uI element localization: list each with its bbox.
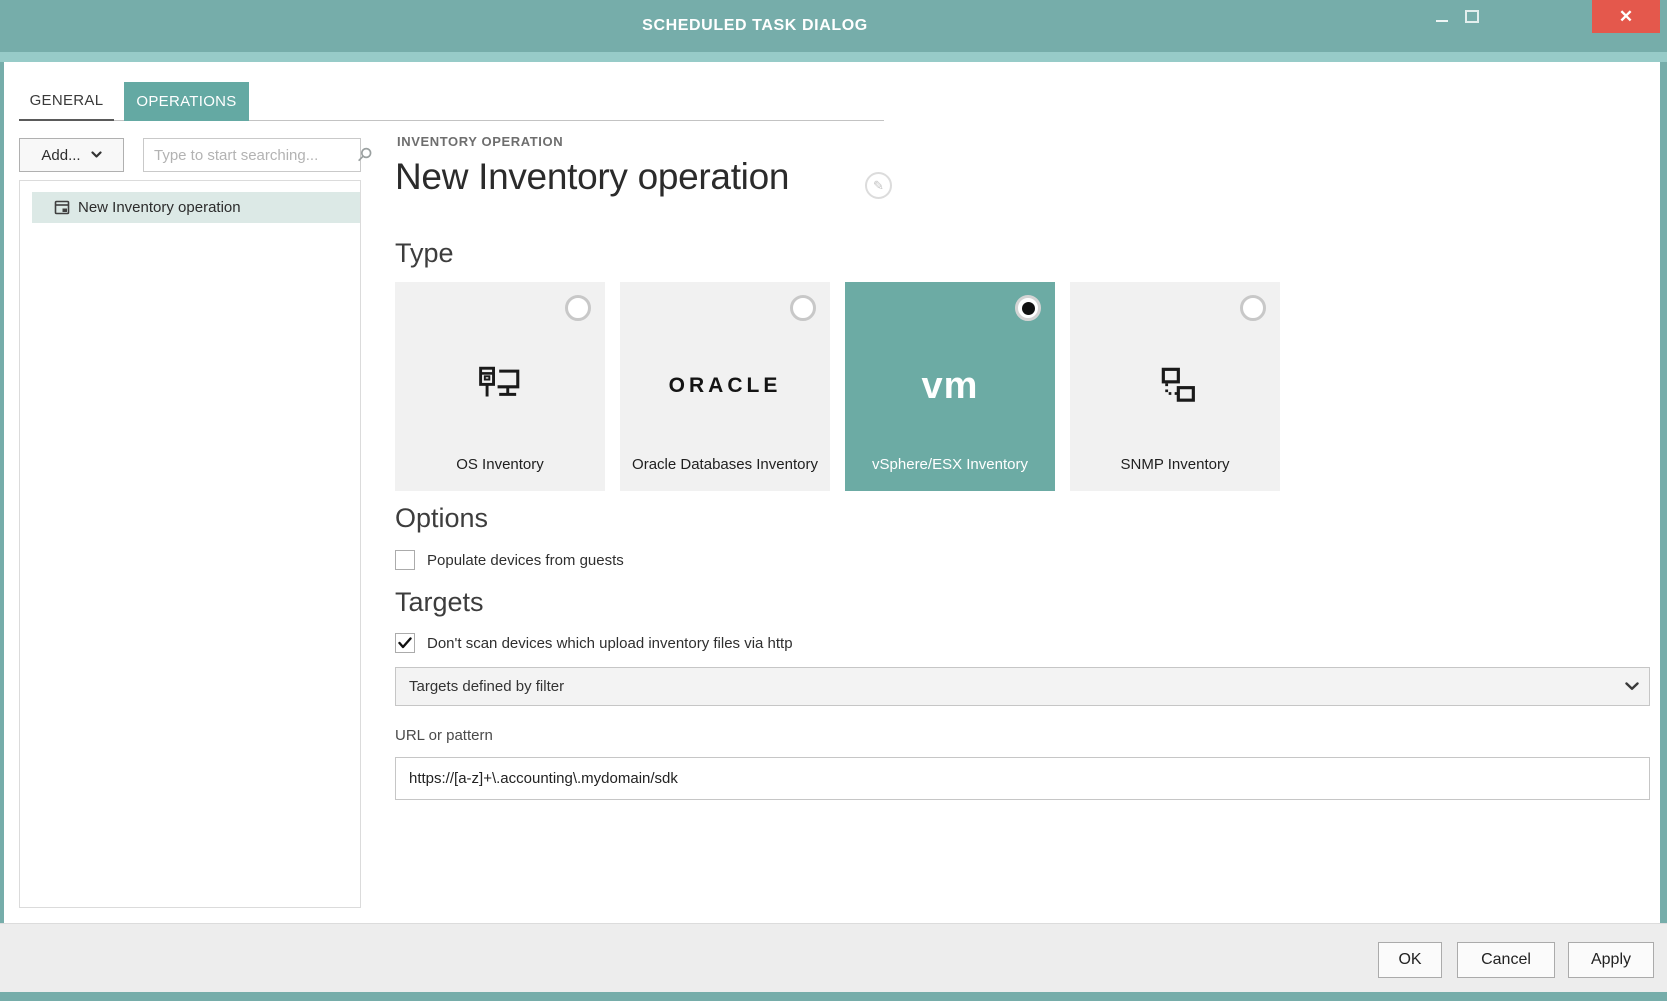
scheduled-task-dialog: SCHEDULED TASK DIALOG ✕ GENERAL OPERATIO…	[0, 0, 1667, 1001]
window-bottom-border	[0, 992, 1667, 1001]
apply-button[interactable]: Apply	[1568, 942, 1654, 978]
card-label: vSphere/ESX Inventory	[851, 453, 1049, 477]
operation-icon	[54, 200, 71, 216]
operations-list-panel: New Inventory operation	[19, 180, 361, 908]
edit-title-button[interactable]: ✎	[865, 172, 892, 199]
close-icon: ✕	[1619, 7, 1633, 27]
card-label: OS Inventory	[401, 453, 599, 477]
maximize-button[interactable]	[1458, 0, 1486, 33]
pencil-icon: ✎	[873, 178, 884, 194]
tab-operations[interactable]: OPERATIONS	[124, 82, 249, 121]
card-label: Oracle Databases Inventory	[626, 453, 824, 477]
targets-heading: Targets	[395, 587, 484, 618]
radio-os-inventory[interactable]	[565, 295, 591, 321]
list-item-new-inventory-operation[interactable]: New Inventory operation	[32, 192, 360, 223]
card-label: SNMP Inventory	[1076, 453, 1274, 477]
minimize-icon	[1436, 20, 1448, 22]
search-box	[143, 138, 361, 172]
options-heading: Options	[395, 503, 488, 534]
vmware-logo: vm	[845, 344, 1055, 428]
radio-snmp-inventory[interactable]	[1240, 295, 1266, 321]
search-input[interactable]	[144, 147, 357, 164]
titlebar: SCHEDULED TASK DIALOG ✕	[0, 0, 1667, 52]
checkmark-icon	[398, 637, 412, 649]
type-card-snmp-inventory[interactable]: SNMP Inventory	[1070, 282, 1280, 491]
add-button-label: Add...	[41, 147, 80, 164]
list-item-label: New Inventory operation	[78, 199, 241, 216]
chevron-down-icon	[1625, 682, 1639, 691]
search-icon	[357, 147, 373, 163]
tab-general-label: GENERAL	[30, 92, 104, 109]
dont-scan-checkbox-row: Don't scan devices which upload inventor…	[395, 633, 793, 653]
snmp-icon	[1070, 344, 1280, 428]
cancel-button[interactable]: Cancel	[1457, 942, 1555, 978]
footer-bar: OK Cancel Apply	[0, 923, 1667, 992]
window-title: SCHEDULED TASK DIALOG	[0, 0, 1510, 52]
url-pattern-input[interactable]	[395, 757, 1650, 800]
tab-operations-label: OPERATIONS	[136, 93, 236, 110]
radio-vsphere-inventory[interactable]	[1015, 295, 1041, 321]
targets-filter-select[interactable]: Targets defined by filter	[395, 667, 1650, 706]
type-card-vsphere-esx-inventory[interactable]: vm vSphere/ESX Inventory	[845, 282, 1055, 491]
maximize-icon	[1465, 10, 1479, 23]
oracle-wordmark: ORACLE	[620, 344, 830, 428]
section-eyebrow: INVENTORY OPERATION	[397, 134, 563, 149]
targets-filter-value: Targets defined by filter	[409, 678, 564, 695]
titlebar-accent-strip	[0, 52, 1667, 62]
type-card-os-inventory[interactable]: OS Inventory	[395, 282, 605, 491]
minimize-button[interactable]	[1428, 0, 1456, 33]
dont-scan-label: Don't scan devices which upload inventor…	[427, 635, 793, 652]
os-inventory-icon	[395, 344, 605, 428]
page-title: New Inventory operation	[395, 156, 789, 198]
dont-scan-checkbox[interactable]	[395, 633, 415, 653]
chevron-down-icon	[91, 151, 102, 159]
add-button[interactable]: Add...	[19, 138, 124, 172]
url-pattern-label: URL or pattern	[395, 727, 493, 744]
ok-button[interactable]: OK	[1378, 942, 1442, 978]
populate-devices-checkbox[interactable]	[395, 550, 415, 570]
type-heading: Type	[395, 238, 454, 269]
close-button[interactable]: ✕	[1592, 0, 1660, 33]
radio-oracle-inventory[interactable]	[790, 295, 816, 321]
type-card-oracle-databases-inventory[interactable]: ORACLE Oracle Databases Inventory	[620, 282, 830, 491]
tab-general[interactable]: GENERAL	[19, 82, 114, 121]
populate-devices-checkbox-row: Populate devices from guests	[395, 550, 624, 570]
populate-devices-label: Populate devices from guests	[427, 552, 624, 569]
